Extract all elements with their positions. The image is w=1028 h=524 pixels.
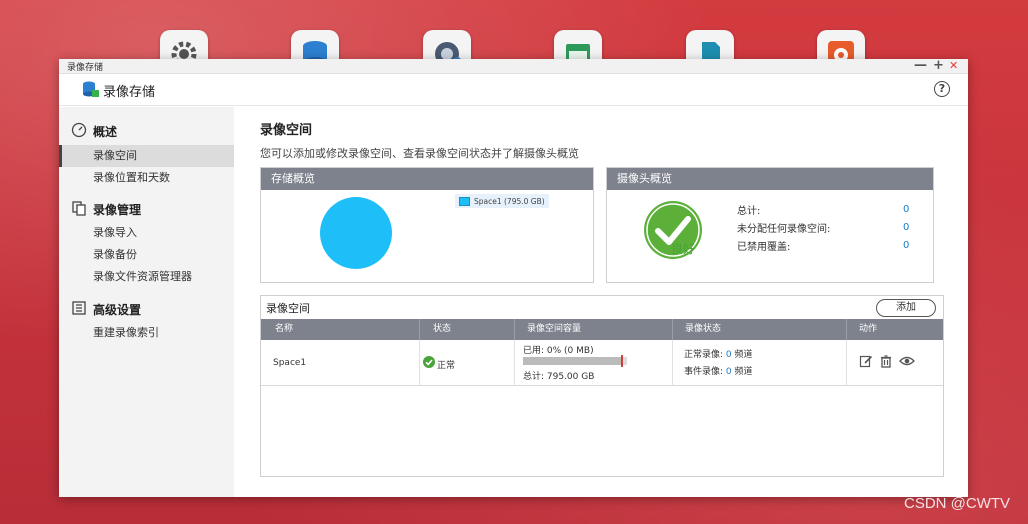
- column-header-capacity[interactable]: 录像空间容量: [527, 319, 581, 340]
- minimize-button[interactable]: —: [914, 58, 927, 73]
- normal-recording: 正常录像: 0 频道: [684, 347, 753, 360]
- sidebar-section-label: 录像管理: [93, 202, 142, 217]
- volume-list-panel: 录像空间 添加 名称 状态 录像空间容量 录像状态 动作 Space1 正常 已…: [260, 295, 944, 477]
- pie-slice[interactable]: [320, 197, 392, 269]
- close-button[interactable]: ✕: [949, 58, 958, 73]
- sidebar-section-overview[interactable]: 概述: [71, 121, 117, 141]
- camera-overview-heading: 摄像头概览: [607, 168, 933, 190]
- camera-total-label: 总计:: [737, 206, 761, 217]
- camera-overwrite-disabled-value[interactable]: 0: [903, 240, 909, 251]
- sliders-icon: [71, 300, 87, 319]
- volume-status: 正常: [437, 361, 456, 371]
- sidebar-item-file-explorer[interactable]: 录像文件资源管理器: [59, 266, 234, 288]
- legend-swatch: [459, 196, 470, 206]
- copy-icon: [71, 200, 87, 219]
- sidebar-section-label: 高级设置: [93, 302, 142, 317]
- edit-icon[interactable]: [859, 354, 873, 368]
- camera-overwrite-disabled-label: 已禁用覆盖:: [737, 242, 791, 253]
- sidebar-item-import[interactable]: 录像导入: [59, 222, 234, 244]
- sidebar-section-advanced[interactable]: 高级设置: [71, 299, 141, 319]
- volume-total: 总计: 795.00 GB: [523, 372, 595, 382]
- eye-icon[interactable]: [899, 354, 915, 368]
- sidebar-section-management[interactable]: 录像管理: [71, 199, 141, 219]
- event-recording-unit: 频道: [734, 367, 753, 377]
- window-titlebar-title: 录像存储: [67, 63, 104, 73]
- event-recording: 事件录像: 0 频道: [684, 364, 753, 377]
- gauge-icon: [71, 122, 87, 141]
- column-header-name[interactable]: 名称: [275, 319, 293, 340]
- event-recording-count[interactable]: 0: [726, 367, 732, 377]
- volume-name: Space1: [273, 358, 307, 368]
- database-icon: [81, 80, 99, 101]
- legend-label: Space1 (795.0 GB): [474, 196, 545, 206]
- column-header-status[interactable]: 状态: [433, 319, 451, 340]
- camera-total-value[interactable]: 0: [903, 204, 909, 215]
- sidebar-item-backup[interactable]: 录像备份: [59, 244, 234, 266]
- camera-unassigned-value[interactable]: 0: [903, 222, 909, 233]
- storage-overview-panel: 存储概览 Space1 (795.0 GB): [260, 167, 594, 283]
- watermark: CSDN @CWTV: [904, 495, 1011, 512]
- column-header-actions: 动作: [859, 324, 878, 334]
- event-recording-label: 事件录像:: [684, 367, 724, 377]
- chart-legend: Space1 (795.0 GB): [455, 194, 549, 208]
- sidebar: 概述 录像空间 录像位置和天数 录像管理 录像导入 录像备份 录像文件资源管理器…: [59, 107, 234, 497]
- sidebar-item-recording-space[interactable]: 录像空间: [59, 145, 234, 167]
- page-description: 您可以添加或修改录像空间、查看录像空间状态并了解摄像头概览: [260, 147, 579, 160]
- app-window: 录像存储 — + ✕ 录像存储 ? 概述 录像空间 录像位置和天数 录像管理 录…: [59, 58, 968, 497]
- trash-icon[interactable]: [879, 354, 893, 368]
- normal-recording-unit: 频道: [734, 350, 753, 360]
- capacity-bar-marker: [621, 355, 623, 367]
- ok-check-icon: [423, 356, 435, 371]
- app-header: 录像存储 ?: [59, 74, 968, 106]
- main-content: 录像空间 您可以添加或修改录像空间、查看录像空间状态并了解摄像头概览 存储概览 …: [234, 107, 968, 497]
- normal-recording-label: 正常录像:: [684, 350, 724, 360]
- sidebar-item-location-days[interactable]: 录像位置和天数: [59, 167, 234, 189]
- volume-used: 已用: 0% (0 MB): [523, 346, 594, 356]
- capacity-bar: [523, 357, 627, 365]
- sidebar-item-rebuild-index[interactable]: 重建录像索引: [59, 322, 234, 344]
- help-button[interactable]: ?: [934, 81, 950, 97]
- volume-list-heading: 录像空间: [266, 302, 310, 315]
- add-button[interactable]: 添加: [876, 299, 936, 317]
- window-titlebar[interactable]: 录像存储 — + ✕: [59, 58, 968, 74]
- table-header: 名称 状态 录像空间容量 录像状态 动作: [261, 319, 943, 340]
- table-row[interactable]: Space1 正常 已用: 0% (0 MB) 总计: 795.00 GB 正常…: [261, 340, 943, 386]
- sidebar-section-label: 概述: [93, 124, 118, 139]
- camera-unassigned-label: 未分配任何录像空间:: [737, 224, 831, 235]
- page-title: 录像空间: [260, 123, 313, 138]
- camera-status-label: 良好: [671, 242, 696, 256]
- column-header-recording-status[interactable]: 录像状态: [685, 319, 721, 340]
- maximize-button[interactable]: +: [933, 58, 944, 73]
- camera-overview-panel: 摄像头概览 良好 总计: 0 未分配任何录像空间: 0 已禁用覆盖: 0: [606, 167, 934, 283]
- storage-overview-heading: 存储概览: [261, 168, 593, 190]
- capacity-bar-fill: [523, 357, 622, 365]
- normal-recording-count[interactable]: 0: [726, 350, 732, 360]
- app-title: 录像存储: [103, 85, 156, 100]
